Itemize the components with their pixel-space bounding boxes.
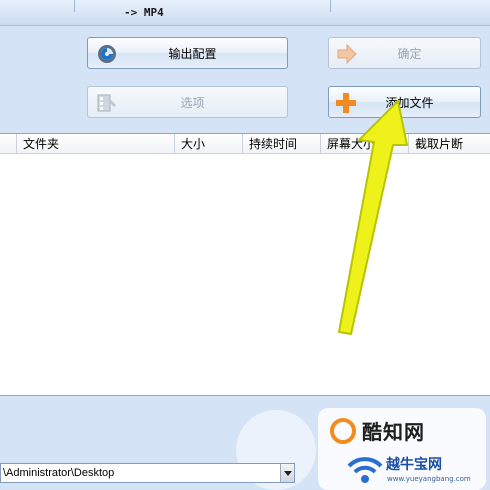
output-config-button[interactable]: 输出配置 bbox=[87, 37, 288, 69]
list-header: 文件夹 大小 持续时间 屏幕大小 截取片断 bbox=[0, 134, 490, 154]
column-header-screen-size[interactable]: 屏幕大小 bbox=[320, 134, 408, 154]
options-button[interactable]: 选项 bbox=[87, 86, 288, 118]
watermark-brand: 酷知网 bbox=[362, 420, 425, 444]
divider bbox=[74, 0, 75, 12]
arrow-right-icon bbox=[337, 43, 357, 65]
column-header-folder[interactable]: 文件夹 bbox=[16, 134, 174, 154]
plus-icon bbox=[336, 93, 356, 113]
wifi-icon bbox=[347, 457, 383, 483]
window-title: -> MP4 bbox=[124, 6, 164, 19]
gear-icon bbox=[98, 45, 116, 63]
output-path-combo[interactable]: \Administrator\Desktop bbox=[0, 463, 295, 483]
column-header-duration[interactable]: 持续时间 bbox=[242, 134, 320, 154]
watermark-url: www.yueyangbang.com bbox=[387, 475, 471, 483]
confirm-button[interactable]: 确定 bbox=[328, 37, 481, 69]
watermark-brand-2: 越牛宝网 bbox=[386, 457, 442, 473]
output-path-text[interactable]: \Administrator\Desktop bbox=[1, 467, 280, 479]
film-options-icon bbox=[97, 94, 116, 112]
title-bar: -> MP4 bbox=[0, 0, 490, 26]
column-header-clip[interactable]: 截取片断 bbox=[408, 134, 490, 154]
watermark-logo-icon bbox=[330, 418, 356, 444]
add-file-button[interactable]: 添加文件 bbox=[328, 86, 481, 118]
divider bbox=[330, 0, 331, 12]
column-header-size[interactable]: 大小 bbox=[174, 134, 242, 154]
chevron-down-icon[interactable] bbox=[280, 464, 294, 482]
file-list[interactable]: 文件夹 大小 持续时间 屏幕大小 截取片断 bbox=[0, 133, 490, 396]
